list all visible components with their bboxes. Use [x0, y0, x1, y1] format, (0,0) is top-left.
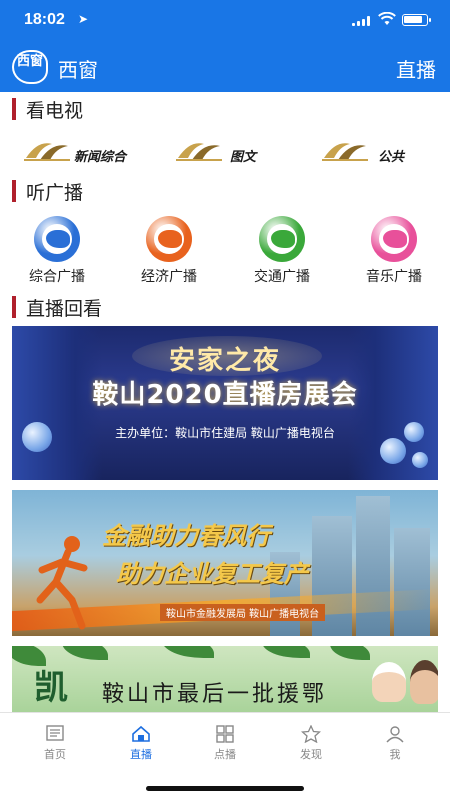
banner-subtitle: 助力企业复工复产: [116, 560, 308, 588]
replay-banner-finance[interactable]: 金融助力春风行 助力企业复工复产 鞍山市金融发展局 鞍山广播电视台: [12, 490, 438, 636]
tv-channel-graphic[interactable]: 图文: [174, 132, 264, 172]
tv-station-logo-icon: [322, 143, 368, 161]
banner-subtitle: 鞍山市最后一批援鄂: [102, 682, 328, 707]
section-marker: [12, 296, 16, 318]
tab-home[interactable]: 首页: [10, 725, 100, 765]
section-radio-title: 听广播: [26, 182, 84, 204]
section-tv-title: 看电视: [26, 100, 84, 122]
app-title: 西窗: [58, 58, 98, 82]
tv-channel-label: 公共: [378, 150, 405, 165]
nurse-figure: [372, 662, 406, 702]
wifi-icon: [378, 12, 396, 25]
radio-disc-icon: [146, 216, 192, 262]
banner-organizer: 主办单位：鞍山市住建局 鞍山广播电视台: [115, 426, 335, 440]
radio-disc-icon: [34, 216, 80, 262]
home-indicator: [146, 786, 304, 791]
radio-disc-icon: [371, 216, 417, 262]
top-header: 18:02 ➤ 西窗 西窗 直播: [0, 0, 450, 92]
radio-station-label: 经济广播: [141, 269, 197, 285]
tv-channel-label: 图文: [230, 150, 257, 165]
tv-channel-news[interactable]: 新闻综合: [22, 132, 142, 172]
radio-station-music[interactable]: 音乐广播: [349, 214, 439, 286]
section-marker: [12, 98, 16, 120]
decor-bubble: [380, 438, 406, 464]
radio-disc-icon: [259, 216, 305, 262]
banner-organizer: 鞍山市金融发展局 鞍山广播电视台: [160, 604, 326, 621]
radio-station-economy[interactable]: 经济广播: [124, 214, 214, 286]
tv-station-logo-icon: [176, 143, 222, 161]
tv-channel-label: 新闻综合: [74, 150, 127, 165]
tv-station-logo-icon: [24, 143, 70, 161]
live-link[interactable]: 直播: [396, 54, 436, 83]
replay-banner-medical-team[interactable]: 凯 鞍山市最后一批援鄂: [12, 646, 438, 712]
tab-live[interactable]: 直播: [96, 725, 186, 765]
radio-station-label: 综合广播: [29, 269, 85, 285]
home-doc-icon: [46, 725, 64, 741]
radio-station-label: 音乐广播: [366, 269, 422, 285]
banner-title: 凯: [34, 668, 68, 708]
runner-figure-icon: [36, 536, 88, 630]
tab-me[interactable]: 我: [350, 725, 440, 765]
banner-title: 金融助力春风行: [102, 522, 270, 550]
replay-banner-house-expo[interactable]: 安家之夜 鞍山2020直播房展会 主办单位：鞍山市住建局 鞍山广播电视台: [12, 326, 438, 480]
battery-icon: [402, 14, 431, 26]
tv-channel-public[interactable]: 公共: [320, 132, 410, 172]
banner-subtitle: 鞍山2020直播房展会: [92, 380, 358, 410]
tab-vod[interactable]: 点播: [180, 725, 270, 765]
banner-title: 安家之夜: [168, 346, 281, 376]
grid-icon: [216, 725, 234, 743]
status-time: 18:02: [24, 11, 65, 28]
radio-station-traffic[interactable]: 交通广播: [237, 214, 327, 286]
app-logo[interactable]: 西窗: [12, 50, 48, 84]
radio-station-row: 综合广播 经济广播 交通广播 音乐广播: [0, 214, 450, 286]
section-marker: [12, 180, 16, 202]
section-replay-title: 直播回看: [26, 298, 103, 320]
radio-station-general[interactable]: 综合广播: [12, 214, 102, 286]
location-arrow-icon: ➤: [78, 12, 89, 26]
nav-bar: 西窗 西窗 直播: [0, 48, 450, 88]
doctor-figure: [410, 660, 438, 704]
status-bar: 18:02 ➤: [0, 0, 450, 40]
radio-station-label: 交通广播: [254, 269, 310, 285]
user-icon: [386, 726, 404, 743]
tab-discover[interactable]: 发现: [266, 725, 356, 765]
tv-channel-row: 新闻综合 图文 公共: [0, 132, 450, 172]
cellular-signal-icon: [352, 16, 370, 26]
house-icon: [132, 725, 150, 742]
decor-bubble: [412, 452, 428, 468]
star-icon: [301, 725, 321, 743]
